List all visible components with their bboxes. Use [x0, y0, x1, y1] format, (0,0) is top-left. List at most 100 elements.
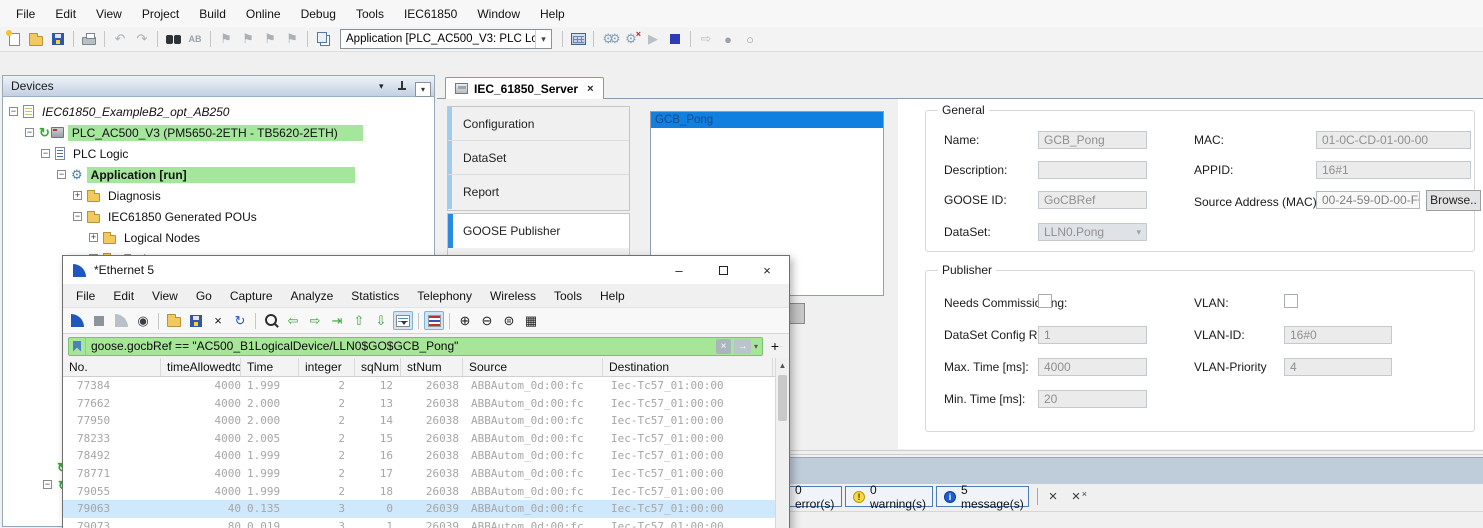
- packet-row[interactable]: 79063400.1353026039ABBAutom_0d:00:fcIec-…: [63, 500, 789, 518]
- clear-all-messages-icon[interactable]: ××: [1066, 486, 1086, 507]
- open-project-icon[interactable]: [26, 30, 46, 49]
- stop-capture-icon[interactable]: [89, 311, 109, 330]
- appid-field[interactable]: 16#1: [1316, 161, 1471, 179]
- packet-row[interactable]: 7766240002.00021326038ABBAutom_0d:00:fcI…: [63, 395, 789, 413]
- collapse-icon[interactable]: −: [73, 212, 82, 221]
- collapse-icon[interactable]: −: [57, 170, 66, 179]
- tree-item-plc-ac500-v3-pm5650-2eth-tb562[interactable]: −↻PLC_AC500_V3 (PM5650-2ETH - TB5620-2ET…: [3, 122, 434, 143]
- nav-item-report[interactable]: Report: [448, 175, 629, 209]
- collapse-icon[interactable]: −: [41, 149, 50, 158]
- menu-telephony[interactable]: Telephony: [408, 285, 481, 307]
- menu-tools[interactable]: Tools: [346, 2, 394, 26]
- collapse-icon[interactable]: −: [9, 107, 18, 116]
- capture-options-icon[interactable]: ◉: [133, 311, 153, 330]
- menu-window[interactable]: Window: [467, 2, 530, 26]
- menu-file[interactable]: File: [67, 285, 104, 307]
- tab-iec-61850-server[interactable]: IEC_61850_Server ×: [445, 77, 604, 99]
- bookmark-toggle-icon[interactable]: ⚑: [216, 30, 236, 49]
- column-header-source[interactable]: Source: [463, 358, 603, 376]
- vlan-id-field[interactable]: 16#0: [1284, 326, 1392, 344]
- nav-item-dataset[interactable]: DataSet: [448, 141, 629, 175]
- stop-icon[interactable]: [665, 30, 685, 49]
- packet-list-scrollbar[interactable]: ▲: [775, 358, 789, 528]
- start-capture-icon[interactable]: [67, 311, 87, 330]
- go-first-packet-icon[interactable]: ⇧: [349, 311, 369, 330]
- column-header-integer[interactable]: integer: [299, 358, 355, 376]
- bookmark-prev-icon[interactable]: ⚑: [260, 30, 280, 49]
- nav-item-goose-publisher[interactable]: GOOSE Publisher: [448, 214, 629, 248]
- column-header-time[interactable]: Time: [241, 358, 299, 376]
- chevron-down-icon[interactable]: ▾: [535, 30, 551, 48]
- reload-capture-icon[interactable]: ↻: [230, 311, 250, 330]
- restart-capture-icon[interactable]: [111, 311, 131, 330]
- colorize-icon[interactable]: [424, 311, 444, 330]
- packet-row[interactable]: 79073800.0193126039ABBAutom_0d:00:fcIec-…: [63, 518, 789, 528]
- nav-item-configuration[interactable]: Configuration: [448, 107, 629, 141]
- zoom-out-icon[interactable]: ⊖: [477, 311, 497, 330]
- packet-row[interactable]: 7738440001.99921226038ABBAutom_0d:00:fcI…: [63, 377, 789, 395]
- menu-help[interactable]: Help: [530, 2, 575, 26]
- dataset-config-revision-field[interactable]: 1: [1038, 326, 1147, 344]
- warnings-filter-button[interactable]: ! 0 warning(s): [845, 486, 933, 507]
- menu-tools[interactable]: Tools: [545, 285, 591, 307]
- tree-dropdown-button[interactable]: ▾: [415, 82, 431, 97]
- expand-icon[interactable]: +: [89, 233, 98, 242]
- tree-item-diagnosis[interactable]: +Diagnosis: [3, 185, 434, 206]
- bookmark-next-icon[interactable]: ⚑: [238, 30, 258, 49]
- properties-icon[interactable]: [313, 30, 333, 49]
- menu-go[interactable]: Go: [187, 285, 221, 307]
- column-header-sqnum[interactable]: sqNum: [355, 358, 401, 376]
- vlan-priority-field[interactable]: 4: [1284, 358, 1392, 376]
- undo-icon[interactable]: ↶: [110, 30, 130, 49]
- go-back-icon[interactable]: ⇦: [283, 311, 303, 330]
- go-to-packet-icon[interactable]: ⇥: [327, 311, 347, 330]
- logout-icon[interactable]: ⚙×: [621, 30, 641, 49]
- clear-messages-icon[interactable]: ×: [1043, 486, 1063, 507]
- packet-row[interactable]: 7795040002.00021426038ABBAutom_0d:00:fcI…: [63, 412, 789, 430]
- breakpoint-outline-icon[interactable]: ○: [740, 30, 760, 49]
- packet-row[interactable]: 7849240001.99921626038ABBAutom_0d:00:fcI…: [63, 447, 789, 465]
- mac-field[interactable]: 01-0C-CD-01-00-00: [1316, 131, 1471, 149]
- tab-close-icon[interactable]: ×: [587, 83, 593, 95]
- breakpoint-icon[interactable]: ●: [718, 30, 738, 49]
- pin-icon[interactable]: [397, 80, 407, 92]
- expand-icon[interactable]: +: [73, 191, 82, 200]
- needs-commissioning-checkbox[interactable]: [1038, 294, 1052, 308]
- source-mac-field[interactable]: 00-24-59-0D-00-FC: [1316, 191, 1420, 209]
- goose-id-field[interactable]: GoCBRef: [1038, 191, 1147, 209]
- column-header-timeallowedtolive[interactable]: timeAllowedtoLive: [161, 358, 241, 376]
- menu-wireless[interactable]: Wireless: [481, 285, 545, 307]
- scrollbar-thumb[interactable]: [778, 375, 787, 421]
- bookmark-clear-icon[interactable]: ⚑: [282, 30, 302, 49]
- tree-item-plc-logic[interactable]: −PLC Logic: [3, 143, 434, 164]
- menu-statistics[interactable]: Statistics: [342, 285, 408, 307]
- add-filter-button[interactable]: +: [766, 338, 784, 354]
- new-file-icon[interactable]: [4, 30, 24, 49]
- auto-scroll-icon[interactable]: [393, 311, 413, 330]
- menu-analyze[interactable]: Analyze: [282, 285, 343, 307]
- filter-bookmark-icon[interactable]: [69, 338, 86, 355]
- menu-build[interactable]: Build: [189, 2, 236, 26]
- save-icon[interactable]: [48, 30, 68, 49]
- max-time-field[interactable]: 4000: [1038, 358, 1147, 376]
- column-header-no-[interactable]: No.: [63, 358, 161, 376]
- menu-view[interactable]: View: [86, 2, 132, 26]
- gcb-list-item[interactable]: GCB_Pong: [651, 112, 883, 128]
- go-last-packet-icon[interactable]: ⇩: [371, 311, 391, 330]
- column-header-destination[interactable]: Destination: [603, 358, 773, 376]
- zoom-in-icon[interactable]: ⊕: [455, 311, 475, 330]
- zoom-reset-icon[interactable]: ⊜: [499, 311, 519, 330]
- min-time-field[interactable]: 20: [1038, 390, 1147, 408]
- filter-apply-icon[interactable]: →: [734, 339, 751, 354]
- active-application-selector[interactable]: Application [PLC_AC500_V3: PLC Logic] ▾: [340, 29, 552, 49]
- login-icon[interactable]: ⚙⚙: [599, 30, 619, 49]
- save-capture-file-icon[interactable]: [186, 311, 206, 330]
- close-capture-file-icon[interactable]: ×: [208, 311, 228, 330]
- display-filter-input[interactable]: goose.gocbRef == "AC500_B1LogicalDevice/…: [68, 337, 763, 356]
- menu-debug[interactable]: Debug: [291, 2, 346, 26]
- tree-item-iec61850-exampleb2-opt-ab250[interactable]: −IEC61850_ExampleB2_opt_AB250: [3, 101, 434, 122]
- panel-menu-icon[interactable]: ▾: [379, 81, 384, 92]
- packet-row[interactable]: 7877140001.99921726038ABBAutom_0d:00:fcI…: [63, 465, 789, 483]
- replace-icon[interactable]: AB: [185, 30, 205, 49]
- filter-clear-icon[interactable]: ×: [716, 339, 731, 354]
